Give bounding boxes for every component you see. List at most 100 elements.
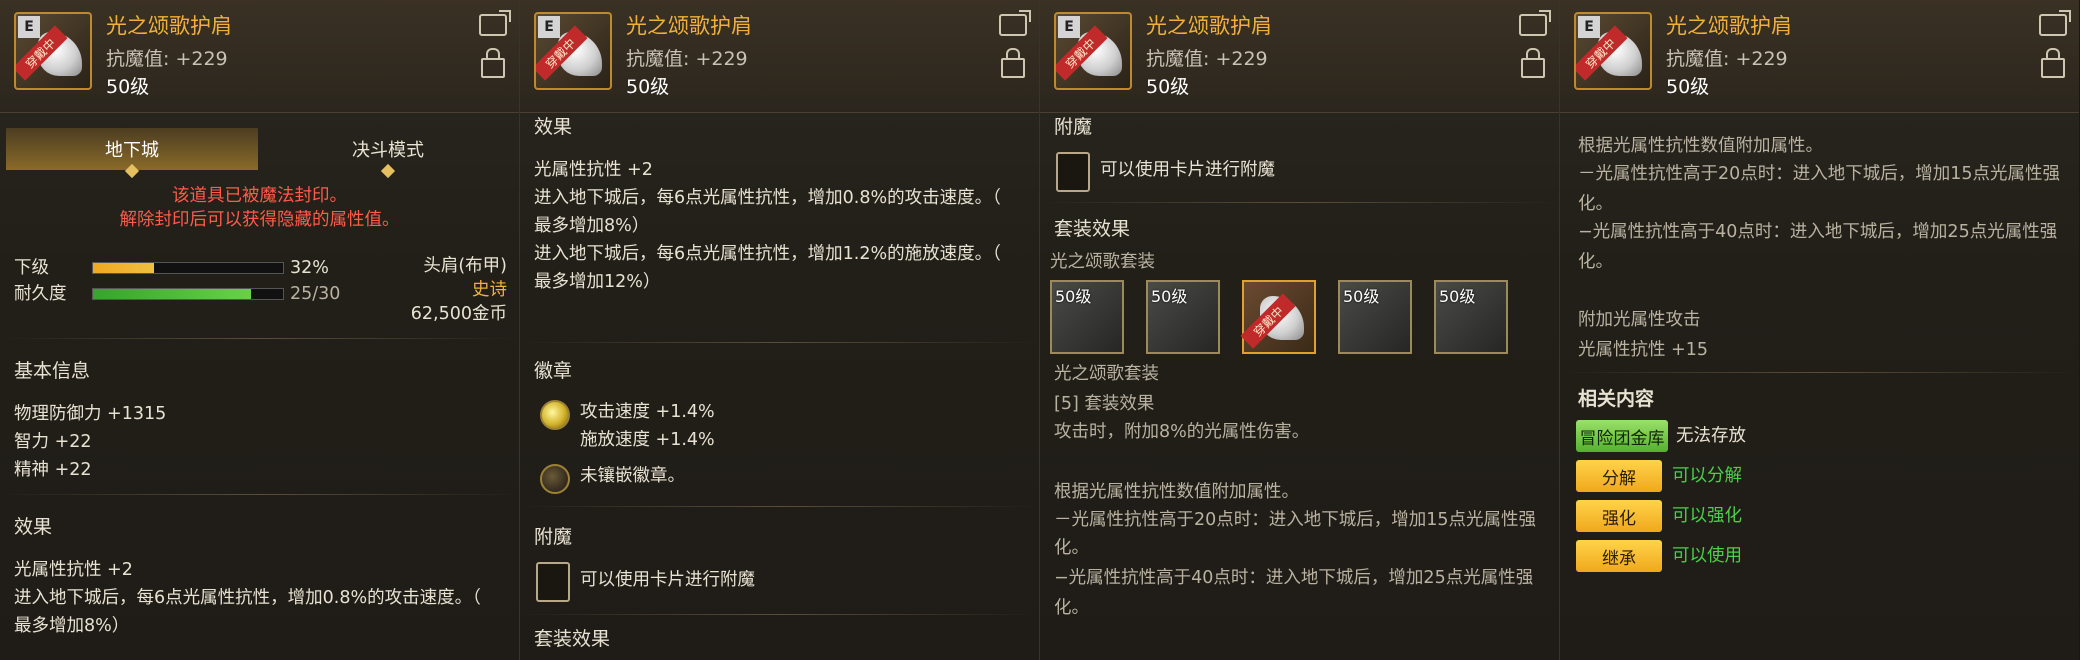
divider	[0, 338, 519, 339]
tab-label: 决斗模式	[352, 140, 424, 161]
set-title: 套装效果	[1054, 218, 1131, 240]
share-icon[interactable]	[479, 10, 511, 36]
tab-indicator	[124, 163, 140, 179]
reinforce-status: 可以强化	[1672, 506, 1742, 526]
durability-value: 25/30	[290, 284, 341, 304]
item-level: 50级	[106, 76, 150, 98]
item-icon[interactable]: E 穿戴中	[1054, 12, 1132, 90]
set-item-slot-5[interactable]: 50级	[1434, 280, 1508, 354]
item-name: 光之颂歌护肩	[626, 14, 752, 38]
grade-tag: E	[1578, 16, 1600, 38]
tooltip-panel-1: E 穿戴中 光之颂歌护肩 抗魔值: +229 50级 地下城 决斗模式 该道具已…	[0, 0, 520, 660]
grade-tag: E	[1058, 16, 1080, 38]
mode-tabs: 地下城 决斗模式	[6, 128, 514, 179]
grade-percent: 32%	[290, 258, 329, 278]
item-header: E 穿戴中 光之颂歌护肩 抗魔值: +229 50级	[1040, 0, 1559, 113]
tab-pvp[interactable]: 决斗模式	[262, 128, 514, 179]
divider	[1040, 202, 1559, 203]
item-stat: 抗魔值: +229	[626, 48, 748, 70]
item-name: 光之颂歌护肩	[1146, 14, 1272, 38]
set-title: 套装效果	[534, 628, 611, 650]
effect-line-1: 光属性抗性 +2	[534, 160, 653, 180]
set-desc-5: 化。	[1054, 598, 1089, 618]
item-header: E 穿戴中 光之颂歌护肩 抗魔值: +229 50级	[520, 0, 1039, 113]
emblem-stat-2: 施放速度 +1.4%	[580, 430, 715, 450]
desc-3: 化。	[1578, 194, 1613, 214]
inherit-button[interactable]: 继承	[1576, 540, 1662, 572]
set-name: 光之颂歌套装	[1050, 252, 1155, 272]
set-bonus-line: 攻击时，附加8%的光属性伤害。	[1054, 422, 1310, 442]
emblem-gem-icon[interactable]	[540, 400, 570, 430]
disassemble-status: 可以分解	[1672, 466, 1742, 486]
set-desc-1: 根据光属性抗性数值附加属性。	[1054, 482, 1299, 502]
effect-line-4: 进入地下城后，每6点光属性抗性，增加1.2%的施放速度。（	[534, 244, 1001, 264]
lock-icon[interactable]	[481, 48, 505, 78]
set-item-slot-current[interactable]: 穿戴中	[1240, 280, 1316, 354]
emblem-title: 徽章	[534, 360, 573, 382]
grade-label: 下级	[14, 258, 49, 278]
desc-1: 根据光属性抗性数值附加属性。	[1578, 136, 1823, 156]
extra-title: 附加光属性攻击	[1578, 310, 1701, 330]
divider	[1560, 372, 2079, 373]
durability-bar-fill	[93, 289, 252, 299]
item-icon[interactable]: E 穿戴中	[1574, 12, 1652, 90]
reinforce-button[interactable]: 强化	[1576, 500, 1662, 532]
disassemble-button[interactable]: 分解	[1576, 460, 1662, 492]
share-icon[interactable]	[2039, 10, 2071, 36]
desc-4: −光属性抗性高于40点时：进入地下城后，增加25点光属性强	[1578, 222, 2058, 242]
divider	[520, 506, 1039, 507]
effect-line-2: 进入地下城后，每6点光属性抗性，增加0.8%的攻击速度。（	[534, 188, 1001, 208]
set-item-slot-2[interactable]: 50级	[1146, 280, 1220, 354]
item-name: 光之颂歌护肩	[106, 14, 232, 38]
item-level: 50级	[1146, 76, 1190, 98]
basic-info-title: 基本信息	[14, 360, 91, 382]
enchant-card-slot[interactable]	[536, 562, 570, 602]
item-icon[interactable]: E 穿戴中	[14, 12, 92, 90]
set-desc-2: －光属性抗性高于20点时：进入地下城后，增加15点光属性强	[1054, 510, 1537, 530]
share-icon[interactable]	[1519, 10, 1551, 36]
effect-line-3: 最多增加8%）	[14, 616, 130, 636]
desc-2: －光属性抗性高于20点时：进入地下城后，增加15点光属性强	[1578, 164, 2061, 184]
item-stat: 抗魔值: +229	[1666, 48, 1788, 70]
lock-icon[interactable]	[2041, 48, 2065, 78]
adventure-vault-button[interactable]: 冒险团金库	[1576, 420, 1668, 452]
set-bonus-title: [5] 套装效果	[1054, 394, 1155, 414]
divider	[520, 342, 1039, 343]
enchant-title: 附魔	[1054, 116, 1093, 138]
basic-stat-1: 物理防御力 +1315	[14, 404, 167, 424]
set-desc-3: 化。	[1054, 538, 1089, 558]
item-name: 光之颂歌护肩	[1666, 14, 1792, 38]
tooltip-panel-3: E 穿戴中 光之颂歌护肩 抗魔值: +229 50级 附魔 可以使用卡片进行附魔…	[1040, 0, 1560, 660]
set-item-level: 50级	[1343, 287, 1380, 306]
enchant-text: 可以使用卡片进行附魔	[580, 570, 755, 590]
grade-tag: E	[538, 16, 560, 38]
set-name-2: 光之颂歌套装	[1054, 364, 1159, 384]
empty-emblem-icon[interactable]	[540, 464, 570, 494]
inherit-status: 可以使用	[1672, 546, 1742, 566]
divider	[0, 494, 519, 495]
set-item-slot-1[interactable]: 50级	[1050, 280, 1124, 354]
share-icon[interactable]	[999, 10, 1031, 36]
tab-label: 地下城	[105, 140, 159, 161]
item-icon[interactable]: E 穿戴中	[534, 12, 612, 90]
effect-line-5: 最多增加12%）	[534, 272, 661, 292]
emblem-empty-text: 未镶嵌徽章。	[580, 466, 685, 486]
lock-icon[interactable]	[1001, 48, 1025, 78]
tooltip-panel-2: E 穿戴中 光之颂歌护肩 抗魔值: +229 50级 效果 光属性抗性 +2 进…	[520, 0, 1040, 660]
emblem-stat-1: 攻击速度 +1.4%	[580, 402, 715, 422]
tab-dungeon[interactable]: 地下城	[6, 128, 258, 179]
seal-notice-2: 解除封印后可以获得隐藏的属性值。	[119, 210, 400, 230]
basic-stat-2: 智力 +22	[14, 432, 92, 452]
desc-5: 化。	[1578, 252, 1613, 272]
grade-bar-fill	[93, 263, 154, 273]
set-item-level: 50级	[1439, 287, 1476, 306]
effect-title: 效果	[14, 516, 53, 538]
lock-icon[interactable]	[1521, 48, 1545, 78]
enchant-card-slot[interactable]	[1056, 152, 1090, 192]
set-item-slot-4[interactable]: 50级	[1338, 280, 1412, 354]
related-title: 相关内容	[1578, 388, 1655, 410]
grade-tag: E	[18, 16, 40, 38]
divider	[520, 614, 1039, 615]
grade-bar	[92, 262, 284, 274]
enchant-title: 附魔	[534, 526, 573, 548]
